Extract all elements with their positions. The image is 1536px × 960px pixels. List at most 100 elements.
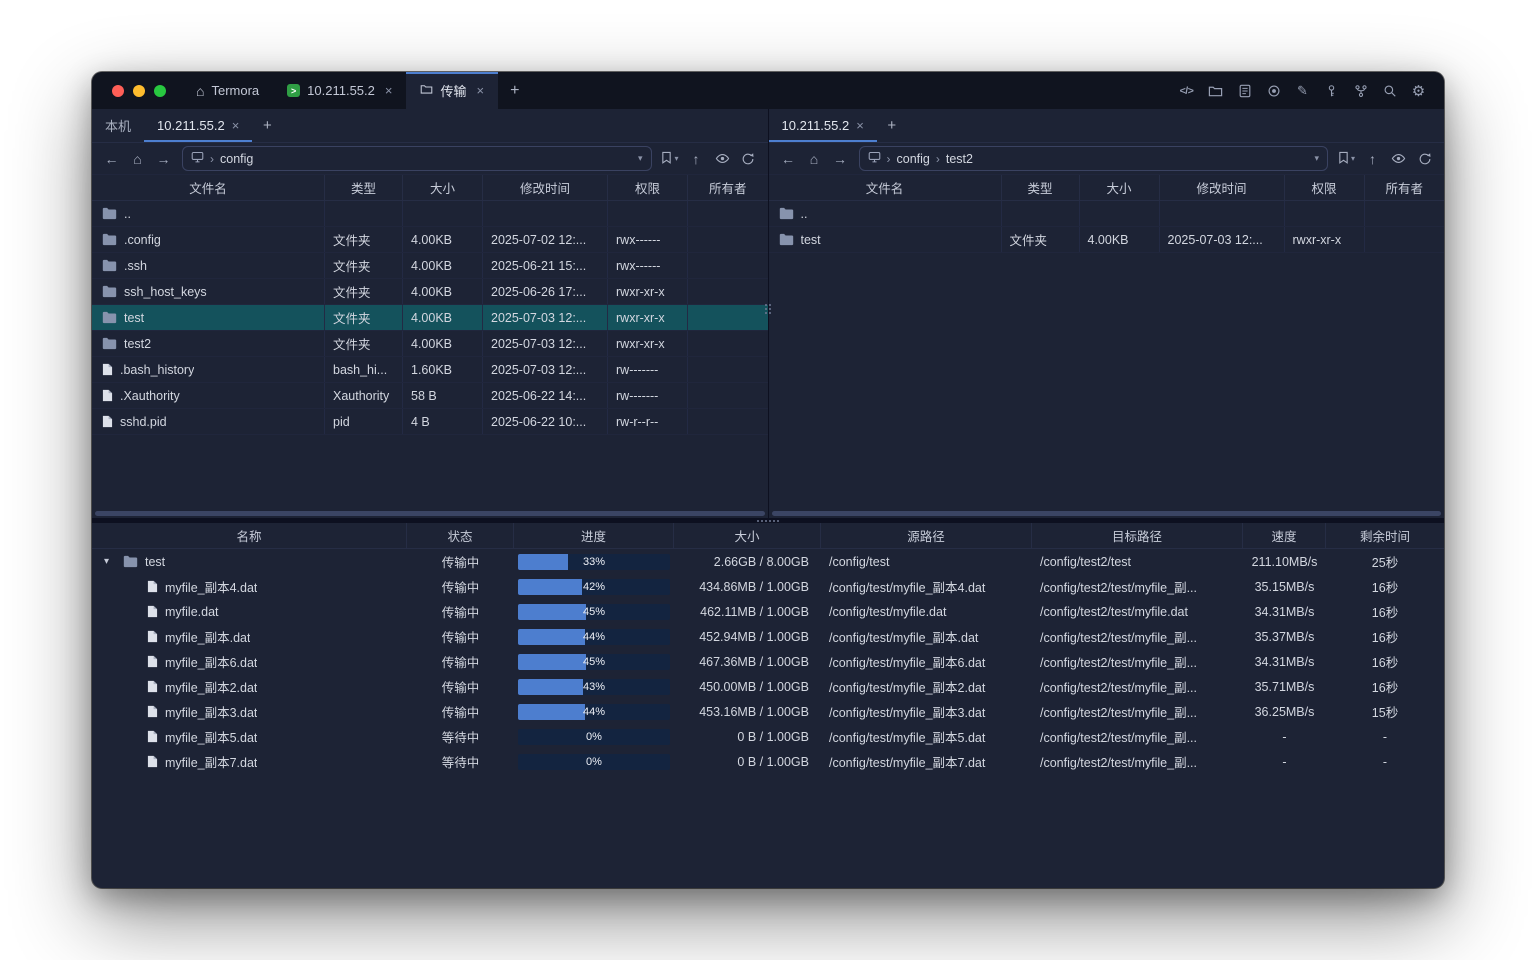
tab-ssh-session[interactable]: > 10.211.55.2 × (273, 72, 406, 109)
file-row[interactable]: ssh_host_keys文件夹4.00KB2025-06-26 17:...r… (92, 279, 768, 305)
column-header[interactable]: 文件名 (769, 175, 1002, 200)
tab-remote-right[interactable]: 10.211.55.2 × (769, 109, 877, 142)
column-header[interactable]: 权限 (608, 175, 688, 200)
transfer-row[interactable]: myfile.dat传输中45%462.11MB / 1.00GB/config… (92, 599, 1444, 624)
breadcrumb-segment[interactable]: test2 (946, 152, 973, 166)
close-icon[interactable]: × (856, 118, 864, 133)
breadcrumb[interactable]: › config ▾ (182, 146, 652, 171)
file-row[interactable]: test文件夹4.00KB2025-07-03 12:...rwxr-xr-x (92, 305, 768, 331)
tab-local[interactable]: 本机 (92, 109, 144, 142)
transfer-splitter-handle[interactable] (757, 520, 779, 522)
column-header[interactable]: 进度 (514, 523, 674, 548)
column-header[interactable]: 源路径 (821, 523, 1032, 548)
folder-icon[interactable] (1204, 79, 1227, 102)
show-hidden-button[interactable] (711, 147, 734, 170)
column-header[interactable]: 目标路径 (1032, 523, 1243, 548)
file-name: .bash_history (120, 363, 194, 377)
column-header[interactable]: 权限 (1285, 175, 1365, 200)
tab-home[interactable]: ⌂ Termora (182, 72, 273, 109)
refresh-button[interactable] (1413, 147, 1436, 170)
file-row[interactable]: .. (92, 201, 768, 227)
transfer-splitter[interactable] (92, 518, 1444, 523)
breadcrumb-segment[interactable]: config (897, 152, 930, 166)
column-header[interactable]: 大小 (1080, 175, 1160, 200)
file-row[interactable]: test2文件夹4.00KB2025-07-03 12:...rwxr-xr-x (92, 331, 768, 357)
left-navbar: ← ⌂ → › config ▾ ▾ ↑ (92, 143, 768, 175)
code-icon[interactable]: </> (1175, 79, 1198, 102)
column-header[interactable]: 名称 (92, 523, 407, 548)
file-row[interactable]: .. (769, 201, 1445, 227)
forward-button[interactable]: → (829, 147, 852, 170)
branch-icon[interactable] (1349, 79, 1372, 102)
zoom-window-button[interactable] (154, 85, 166, 97)
column-header[interactable]: 修改时间 (1160, 175, 1285, 200)
up-directory-button[interactable]: ↑ (1361, 147, 1384, 170)
new-tab-button[interactable]: + (498, 72, 531, 109)
transfer-row[interactable]: myfile_副本4.dat传输中42%434.86MB / 1.00GB/co… (92, 574, 1444, 599)
bookmark-button[interactable]: ▾ (1335, 147, 1358, 170)
file-row[interactable]: sshd.pidpid4 B2025-06-22 10:...rw-r--r-- (92, 409, 768, 435)
column-header[interactable]: 速度 (1243, 523, 1326, 548)
chevron-down-icon[interactable]: ▾ (638, 153, 643, 164)
back-button[interactable]: ← (100, 147, 123, 170)
show-hidden-button[interactable] (1387, 147, 1410, 170)
pencil-icon[interactable]: ✎ (1291, 79, 1314, 102)
home-button[interactable]: ⌂ (126, 147, 149, 170)
column-header[interactable]: 所有者 (688, 175, 768, 200)
search-icon[interactable] (1378, 79, 1401, 102)
close-window-button[interactable] (112, 85, 124, 97)
refresh-button[interactable] (737, 147, 760, 170)
file-row[interactable]: test文件夹4.00KB2025-07-03 12:...rwxr-xr-x (769, 227, 1445, 253)
up-directory-button[interactable]: ↑ (685, 147, 708, 170)
close-icon[interactable]: × (476, 83, 484, 98)
file-row[interactable]: .config文件夹4.00KB2025-07-02 12:...rwx----… (92, 227, 768, 253)
key-icon[interactable] (1320, 79, 1343, 102)
column-header[interactable]: 大小 (403, 175, 483, 200)
back-button[interactable]: ← (777, 147, 800, 170)
settings-icon[interactable]: ⚙ (1407, 79, 1430, 102)
column-header[interactable]: 文件名 (92, 175, 325, 200)
pane-splitter-handle[interactable] (765, 304, 771, 314)
horizontal-scrollbar[interactable] (772, 511, 1442, 516)
transfer-row[interactable]: myfile_副本5.dat等待中0%0 B / 1.00GB/config/t… (92, 724, 1444, 749)
column-header[interactable]: 剩余时间 (1326, 523, 1444, 548)
folder-icon (102, 259, 117, 272)
tab-transfer[interactable]: 传输 × (406, 72, 498, 109)
new-pane-tab-button[interactable]: + (877, 109, 907, 142)
new-pane-tab-button[interactable]: + (252, 109, 282, 142)
tab-remote-left[interactable]: 10.211.55.2 × (144, 109, 252, 142)
file-row[interactable]: .XauthorityXauthority58 B2025-06-22 14:.… (92, 383, 768, 409)
log-icon[interactable] (1233, 79, 1256, 102)
transfer-source-path: /config/test/myfile.dat (821, 599, 1032, 624)
close-icon[interactable]: × (385, 83, 393, 98)
transfer-row[interactable]: myfile_副本2.dat传输中43%450.00MB / 1.00GB/co… (92, 674, 1444, 699)
breadcrumb-segment[interactable]: config (220, 152, 253, 166)
horizontal-scrollbar[interactable] (95, 511, 765, 516)
home-button[interactable]: ⌂ (803, 147, 826, 170)
chevron-down-icon[interactable]: ▾ (100, 556, 113, 567)
chevron-down-icon[interactable]: ▾ (1314, 153, 1319, 164)
forward-button[interactable]: → (152, 147, 175, 170)
transfer-row[interactable]: myfile_副本3.dat传输中44%453.16MB / 1.00GB/co… (92, 699, 1444, 724)
minimize-window-button[interactable] (133, 85, 145, 97)
column-header[interactable]: 状态 (407, 523, 514, 548)
close-icon[interactable]: × (232, 118, 240, 133)
column-header[interactable]: 修改时间 (483, 175, 608, 200)
file-row[interactable]: .bash_historybash_hi...1.60KB2025-07-03 … (92, 357, 768, 383)
file-row[interactable]: .ssh文件夹4.00KB2025-06-21 15:...rwx------ (92, 253, 768, 279)
transfer-row[interactable]: myfile_副本.dat传输中44%452.94MB / 1.00GB/con… (92, 624, 1444, 649)
transfer-row[interactable]: myfile_副本7.dat等待中0%0 B / 1.00GB/config/t… (92, 749, 1444, 774)
column-header[interactable]: 所有者 (1365, 175, 1445, 200)
transfer-name: myfile_副本3.dat (165, 702, 257, 721)
column-header[interactable]: 类型 (325, 175, 403, 200)
transfer-name: test (145, 555, 165, 569)
transfer-row[interactable]: myfile_副本6.dat传输中45%467.36MB / 1.00GB/co… (92, 649, 1444, 674)
column-header[interactable]: 大小 (674, 523, 821, 548)
bookmark-button[interactable]: ▾ (659, 147, 682, 170)
column-header[interactable]: 类型 (1002, 175, 1080, 200)
transfer-name: myfile.dat (165, 605, 219, 619)
transfer-row[interactable]: ▾test传输中33%2.66GB / 8.00GB/config/test/c… (92, 549, 1444, 574)
breadcrumb[interactable]: › config › test2 ▾ (859, 146, 1329, 171)
record-icon[interactable] (1262, 79, 1285, 102)
folder-icon (123, 555, 138, 568)
